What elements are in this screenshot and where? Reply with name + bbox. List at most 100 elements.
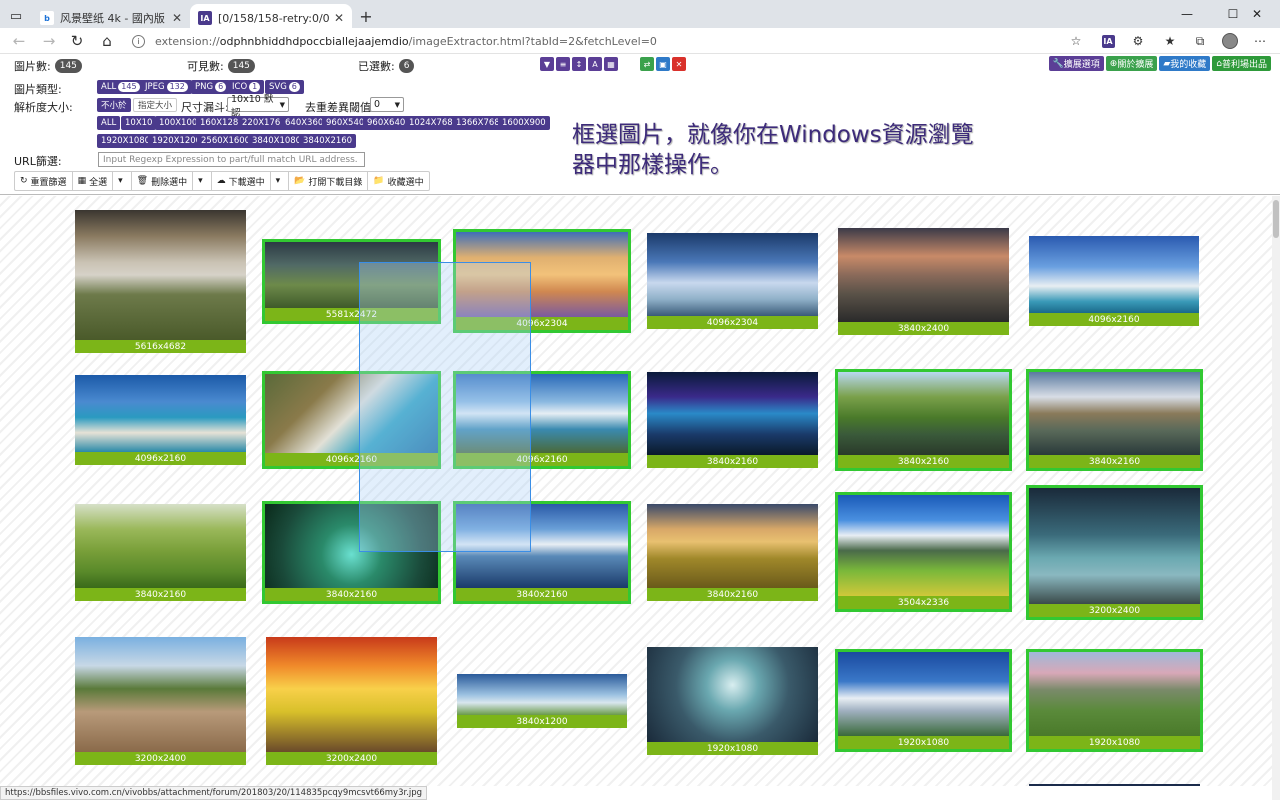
image-thumbnail[interactable]: 3840x2400 [838, 228, 1009, 335]
diff-threshold-select[interactable]: 0 ▼ [370, 97, 404, 112]
selection-marquee [359, 262, 531, 552]
size-chip[interactable]: 960X640 [363, 116, 410, 130]
new-tab-icon[interactable]: + [356, 6, 376, 26]
size-chip[interactable]: 2560X1600 [197, 134, 255, 148]
size-chip[interactable]: ALL [97, 116, 121, 130]
image-thumbnail[interactable]: 4096x2160 [75, 375, 246, 465]
image-size-caption: 5616x4682 [75, 340, 246, 353]
size-chip[interactable]: 220X176 [238, 116, 285, 130]
size-chip[interactable]: 1024X768 [405, 116, 457, 130]
thumbnail-image [1029, 488, 1200, 604]
diff-threshold-value: 0 [374, 99, 381, 110]
reset-filter-button[interactable]: ↻ 重置篩選 [15, 172, 73, 190]
download-selected-button[interactable]: ☁ 下載選中 [212, 172, 271, 190]
download-dropdown-toggle[interactable]: ▾ [271, 172, 290, 190]
extensions-icon[interactable]: ⚙ [1128, 32, 1148, 50]
image-thumbnail[interactable]: 4096x2160 [1029, 236, 1199, 326]
minimize-icon[interactable]: — [1164, 0, 1210, 28]
home-icon[interactable]: ⌂ [96, 31, 118, 51]
clear-icon[interactable]: ✕ [672, 57, 686, 71]
select-dropdown-toggle[interactable]: ▾ [113, 172, 132, 190]
thumbnail-image [75, 375, 246, 452]
invert-selection-icon[interactable]: ⇄ [640, 57, 654, 71]
profile-avatar[interactable] [1220, 32, 1240, 50]
delete-selected-button[interactable]: 🗑 刪除選中 [132, 172, 194, 190]
forward-icon[interactable]: → [38, 31, 60, 51]
favorite-add-icon[interactable]: ☆ [1066, 32, 1086, 50]
tab-actions-icon[interactable]: ▭ [6, 7, 26, 25]
thumbnail-image [75, 210, 246, 340]
image-size-caption: 4096x2304 [647, 316, 818, 329]
open-download-folder-button[interactable]: 📂 打開下載目錄 [289, 172, 369, 190]
favorite-selected-button[interactable]: 📁 收藏選中 [368, 172, 428, 190]
address-bar[interactable]: i extension://odphnbhiddhdpoccbiallejaaj… [132, 33, 657, 49]
image-thumbnail[interactable]: 1920x1080 [835, 649, 1012, 752]
sort-icon[interactable]: ↕ [572, 57, 586, 71]
favorites-icon[interactable]: ★ [1160, 32, 1180, 50]
scrollbar-thumb[interactable] [1273, 200, 1279, 238]
image-thumbnail[interactable]: 3200x2400 [1026, 485, 1203, 620]
type-chip-all[interactable]: ALL 145 [97, 80, 144, 94]
image-thumbnail[interactable]: 3504x2336 [835, 492, 1012, 612]
font-size-icon[interactable]: A [588, 57, 602, 71]
size-chip[interactable]: 640X360 [281, 116, 328, 130]
browser-toolbar: ← → ↻ ⌂ i extension://odphnbhiddhdpoccbi… [0, 28, 1280, 54]
select-all-button[interactable]: ▦ 全選 [73, 172, 114, 190]
info-icon[interactable]: i [132, 34, 145, 48]
reset-icon: ↻ [20, 176, 28, 186]
image-thumbnail[interactable]: 3840x2160 [647, 372, 818, 468]
size-chip[interactable]: 1600X900 [498, 116, 550, 130]
type-chip-png[interactable]: PNG 6 [191, 80, 231, 94]
size-chip[interactable]: 960X540 [322, 116, 369, 130]
image-thumbnail[interactable]: 1920x1080 [1026, 649, 1203, 752]
filter-icon[interactable]: ▼ [540, 57, 554, 71]
image-thumbnail[interactable]: 3840x2160 [1026, 369, 1203, 471]
image-thumbnail[interactable]: 3840x1200 [457, 674, 627, 728]
back-icon[interactable]: ← [8, 31, 30, 51]
reload-icon[interactable]: ↻ [66, 31, 88, 51]
size-chip[interactable]: 100X100 [155, 116, 202, 130]
image-thumbnail[interactable]: 5616x4682 [75, 210, 246, 353]
publisher-button[interactable]: ⌂ 普利場出品 [1212, 56, 1271, 71]
res-mode-not-less[interactable]: 不小於 [97, 98, 131, 112]
res-mode-exact[interactable]: 指定大小 [133, 98, 178, 112]
image-thumbnail[interactable]: 3840x2160 [75, 504, 246, 601]
size-chip[interactable]: 160X128 [196, 116, 243, 130]
image-thumbnail[interactable]: 3200x2400 [75, 637, 246, 765]
image-thumbnail[interactable]: 4096x2304 [647, 233, 818, 329]
image-count-label: 圖片數: [14, 60, 51, 73]
size-chip[interactable]: 3840X2160 [299, 134, 357, 148]
close-tab-icon[interactable]: ✕ [172, 11, 182, 25]
selected-count-label: 已選數: [358, 60, 395, 73]
size-chip[interactable]: 3840X1080 [248, 134, 306, 148]
url-filter-input[interactable]: Input Regexp Expression to part/full mat… [98, 152, 365, 167]
save-icon[interactable]: ▣ [656, 57, 670, 71]
image-thumbnail[interactable]: 3840x2160 [647, 504, 818, 601]
type-chip-jpeg[interactable]: JPEG 132 [141, 80, 192, 94]
delete-dropdown-toggle[interactable]: ▾ [193, 172, 212, 190]
close-window-icon[interactable]: ✕ [1234, 0, 1280, 28]
collections-icon[interactable]: ⧉ [1190, 32, 1210, 50]
image-thumbnail[interactable] [1029, 784, 1200, 786]
image-size-caption: 3840x2160 [838, 455, 1009, 468]
extension-options-button[interactable]: 🔧 擴展選項 [1048, 56, 1104, 71]
list-icon[interactable]: ≡ [556, 57, 570, 71]
gallery-scrollbar[interactable] [1272, 196, 1280, 800]
select-all-label: 全選 [89, 177, 108, 188]
size-chip[interactable]: 1920X1080 [97, 134, 155, 148]
size-chip[interactable]: 10X10 [121, 116, 157, 130]
close-tab-icon[interactable]: ✕ [334, 11, 344, 25]
more-menu-icon[interactable]: ⋯ [1250, 32, 1270, 50]
image-assistant-extension-icon[interactable]: IA [1098, 32, 1118, 50]
about-extension-button[interactable]: ⊕ 關於擴展 [1105, 56, 1158, 71]
trash-icon: 🗑 [136, 176, 149, 186]
grid-icon[interactable]: ▦ [604, 57, 618, 71]
size-funnel-select[interactable]: 10x10 默認 ▼ [227, 94, 289, 119]
my-favorites-button[interactable]: ▰ 我的收藏 [1159, 56, 1211, 71]
image-thumbnail[interactable]: 3840x2160 [835, 369, 1012, 471]
image-thumbnail[interactable]: 1920x1080 [647, 647, 818, 755]
size-chip[interactable]: 1366X768 [452, 116, 504, 130]
image-size-caption: 3504x2336 [838, 596, 1009, 609]
thumbnail-image [1029, 652, 1200, 736]
image-thumbnail[interactable]: 3200x2400 [266, 637, 437, 765]
